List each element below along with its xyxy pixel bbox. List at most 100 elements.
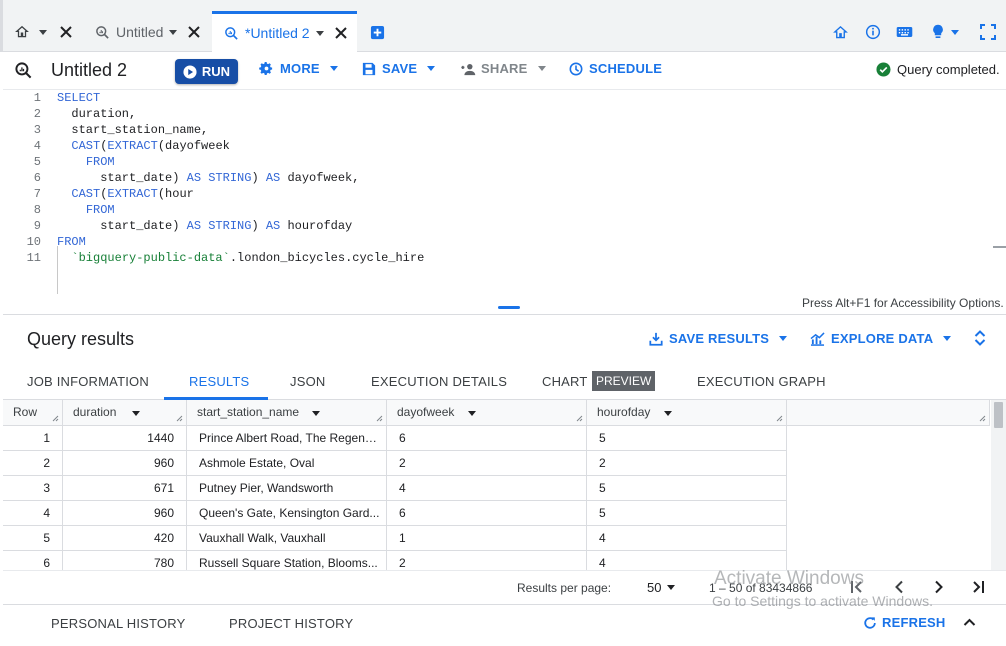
home-icon (15, 25, 29, 39)
cell-dayofweek[interactable]: 4 (387, 476, 587, 501)
scrollbar-thumb[interactable] (994, 402, 1003, 428)
column-label: hourofday (597, 405, 651, 419)
cell-dayofweek[interactable]: 6 (387, 501, 587, 526)
lightbulb-icon (931, 24, 945, 40)
code-line: FROM (57, 235, 86, 249)
tab-execution-details[interactable]: EXECUTION DETAILS (371, 374, 507, 389)
cell-start-station-name[interactable]: Ashmole Estate, Oval (187, 451, 387, 476)
info-icon[interactable] (865, 24, 881, 40)
tab-untitled-2[interactable]: *Untitled 2 (212, 11, 357, 52)
tab-execution-graph[interactable]: EXECUTION GRAPH (697, 374, 826, 389)
query-icon (14, 61, 33, 80)
chevron-down-icon[interactable] (663, 411, 672, 416)
cell-dayofweek[interactable]: 1 (387, 526, 587, 551)
next-page-icon[interactable] (932, 580, 946, 594)
run-button[interactable]: RUN (175, 59, 238, 84)
explore-data-button[interactable]: EXPLORE DATA (810, 331, 952, 346)
chevron-down-icon[interactable] (169, 29, 178, 35)
close-icon[interactable] (334, 26, 348, 40)
new-tab-icon[interactable] (370, 25, 385, 40)
chevron-up-icon[interactable] (963, 617, 976, 627)
tab-personal-history[interactable]: PERSONAL HISTORY (51, 616, 185, 631)
download-icon (649, 332, 663, 346)
vertical-scrollbar[interactable] (991, 400, 1006, 570)
cell-duration[interactable]: 671 (63, 476, 187, 501)
line-number: 10 (26, 235, 41, 249)
home-tab[interactable] (15, 12, 73, 52)
home-icon[interactable] (833, 25, 848, 40)
column-header-start-station-name[interactable]: start_station_name (187, 400, 387, 426)
per-page-select[interactable]: 50 (647, 580, 676, 595)
cell-start-station-name[interactable]: Vauxhall Walk, Vauxhall (187, 526, 387, 551)
chevron-down-icon[interactable] (131, 411, 140, 416)
chevron-down-icon[interactable] (315, 30, 324, 36)
tab-results[interactable]: RESULTS (189, 374, 249, 389)
column-label: start_station_name (197, 405, 300, 419)
column-label: duration (73, 405, 117, 419)
refresh-icon (863, 616, 877, 630)
expand-collapse-icon[interactable] (974, 329, 986, 347)
cell-start-station-name[interactable]: Russell Square Station, Blooms... (187, 551, 387, 570)
cell-hourofday[interactable]: 4 (587, 526, 787, 551)
cell-start-station-name[interactable]: Queen's Gate, Kensington Gard... (187, 501, 387, 526)
last-page-icon[interactable] (971, 580, 985, 594)
resize-grip-icon[interactable] (176, 415, 183, 422)
cell-start-station-name[interactable]: Putney Pier, Wandsworth (187, 476, 387, 501)
lightbulb-menu[interactable] (931, 24, 959, 40)
refresh-label: REFRESH (882, 615, 946, 630)
cell-hourofday[interactable]: 5 (587, 476, 787, 501)
prev-page-icon[interactable] (892, 580, 906, 594)
column-header-duration[interactable]: duration (63, 400, 187, 426)
first-page-icon[interactable] (850, 580, 864, 594)
chevron-down-icon (537, 66, 546, 71)
close-icon[interactable] (59, 25, 73, 39)
resize-grip-icon[interactable] (52, 415, 59, 422)
cell-start-station-name[interactable]: Prince Albert Road, The Regent'... (187, 426, 387, 451)
chevron-down-icon[interactable] (39, 29, 47, 35)
line-number: 1 (33, 91, 41, 105)
resize-grip-icon[interactable] (576, 415, 583, 422)
resize-handle[interactable] (498, 306, 520, 309)
column-header-hourofday[interactable]: hourofday (587, 400, 787, 426)
schedule-button[interactable]: SCHEDULE (569, 61, 662, 76)
tab-project-history[interactable]: PROJECT HISTORY (229, 616, 353, 631)
chevron-down-icon (427, 66, 436, 71)
cell-hourofday[interactable]: 4 (587, 551, 787, 570)
tab-job-information[interactable]: JOB INFORMATION (27, 374, 149, 389)
chevron-down-icon[interactable] (312, 411, 321, 416)
cell-dayofweek[interactable]: 6 (387, 426, 587, 451)
sql-editor[interactable]: 1 2 3 4 5 6 7 8 9 10 11 SELECT duration, start_sta… (3, 90, 1006, 314)
fullscreen-icon[interactable] (980, 24, 996, 40)
close-icon[interactable] (187, 25, 201, 39)
cell-dayofweek[interactable]: 2 (387, 451, 587, 476)
tab-untitled[interactable]: Untitled (95, 12, 201, 52)
cell-dayofweek[interactable]: 2 (387, 551, 587, 570)
share-button[interactable]: SHARE (459, 61, 546, 76)
results-header: Query results SAVE RESULTS EXPLORE DATA (3, 314, 1006, 364)
cell-duration[interactable]: 960 (63, 501, 187, 526)
cell-duration[interactable]: 780 (63, 551, 187, 570)
more-button[interactable]: MORE (259, 61, 338, 76)
row-number: 6 (3, 551, 63, 570)
resize-grip-icon[interactable] (776, 415, 783, 422)
cell-duration[interactable]: 1440 (63, 426, 187, 451)
tab-chart[interactable]: CHART (542, 374, 588, 389)
tab-bar: Untitled *Untitled 2 (0, 0, 1006, 52)
cell-duration[interactable]: 420 (63, 526, 187, 551)
save-results-button[interactable]: SAVE RESULTS (649, 331, 788, 346)
save-results-label: SAVE RESULTS (669, 331, 770, 346)
cell-duration[interactable]: 960 (63, 451, 187, 476)
cell-hourofday[interactable]: 5 (587, 501, 787, 526)
code-line: SELECT (57, 91, 101, 105)
resize-grip-icon[interactable] (376, 415, 383, 422)
save-button[interactable]: SAVE (362, 61, 436, 76)
chevron-down-icon[interactable] (467, 411, 476, 416)
column-header-dayofweek[interactable]: dayofweek (387, 400, 587, 426)
line-number: 6 (33, 171, 41, 185)
cell-hourofday[interactable]: 5 (587, 426, 787, 451)
cell-hourofday[interactable]: 2 (587, 451, 787, 476)
resize-grip-icon[interactable] (979, 415, 986, 422)
keyboard-icon[interactable] (896, 25, 913, 39)
refresh-button[interactable]: REFRESH (863, 615, 946, 630)
tab-json[interactable]: JSON (290, 374, 325, 389)
